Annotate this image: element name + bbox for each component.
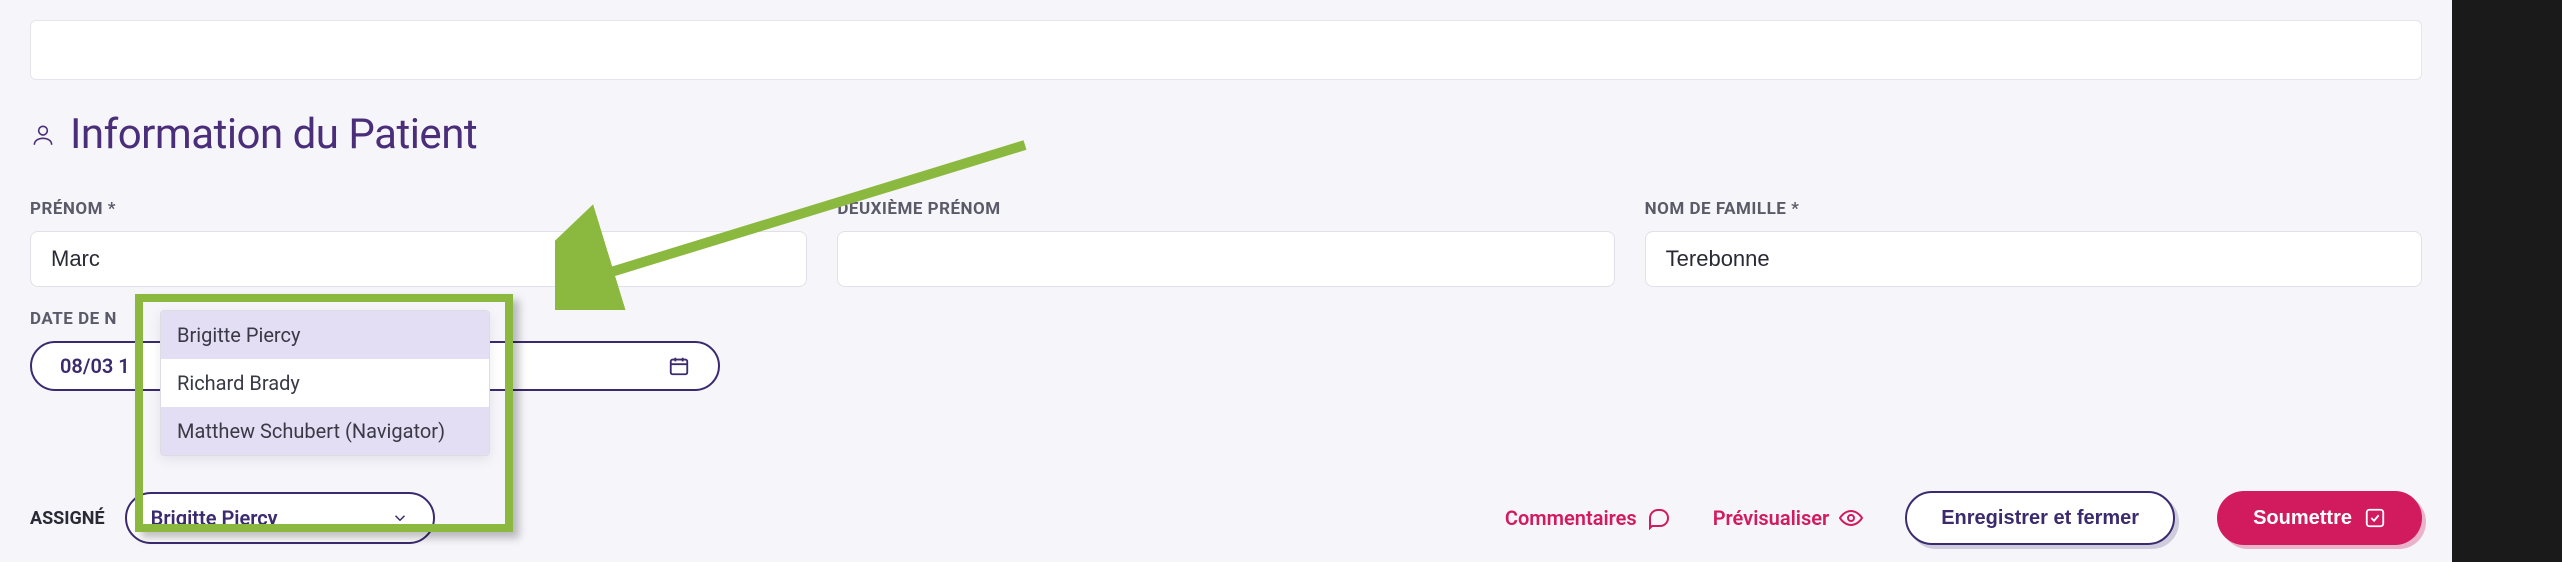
deuxieme-prenom-field-group: DEUXIÈME PRÉNOM	[837, 199, 1614, 287]
submit-check-icon	[2364, 507, 2386, 529]
chevron-down-icon	[391, 509, 409, 527]
soumettre-label: Soumettre	[2253, 507, 2352, 530]
assignee-dropdown-popup: Brigitte Piercy Richard Brady Matthew Sc…	[160, 310, 490, 456]
commentaires-label: Commentaires	[1505, 506, 1637, 530]
prenom-label: PRÉNOM *	[30, 199, 807, 219]
deuxieme-prenom-label: DEUXIÈME PRÉNOM	[837, 199, 1614, 219]
comment-icon	[1647, 506, 1671, 530]
dropdown-option[interactable]: Brigitte Piercy	[161, 311, 489, 359]
assignee-select[interactable]: Brigitte Piercy	[125, 492, 435, 544]
section-header: Information du Patient	[30, 110, 2422, 159]
nom-famille-input[interactable]	[1645, 231, 2422, 287]
prenom-input[interactable]	[30, 231, 807, 287]
section-title: Information du Patient	[70, 110, 477, 159]
assignee-selected-value: Brigitte Piercy	[151, 506, 278, 530]
assigne-label: ASSIGNÉ	[30, 508, 105, 529]
dropdown-option[interactable]: Richard Brady	[161, 359, 489, 407]
soumettre-button[interactable]: Soumettre	[2217, 491, 2422, 545]
calendar-icon	[668, 355, 690, 377]
bottom-actions: Commentaires Prévisualiser Enregistrer e…	[1505, 491, 2422, 545]
dropdown-option[interactable]: Matthew Schubert (Navigator)	[161, 407, 489, 455]
deuxieme-prenom-input[interactable]	[837, 231, 1614, 287]
commentaires-link[interactable]: Commentaires	[1505, 506, 1671, 530]
date-value: 08/03 1	[60, 354, 130, 378]
name-fields-row: PRÉNOM * DEUXIÈME PRÉNOM NOM DE FAMILLE …	[30, 199, 2422, 287]
person-icon	[30, 122, 56, 148]
nom-famille-label: NOM DE FAMILLE *	[1645, 199, 2422, 219]
previsualiser-link[interactable]: Prévisualiser	[1713, 506, 1864, 530]
previous-section-card	[30, 20, 2422, 80]
previsualiser-label: Prévisualiser	[1713, 506, 1830, 530]
content-area: Information du Patient PRÉNOM * DEUXIÈME…	[0, 0, 2452, 562]
nom-famille-field-group: NOM DE FAMILLE *	[1645, 199, 2422, 287]
prenom-field-group: PRÉNOM *	[30, 199, 807, 287]
eye-icon	[1839, 506, 1863, 530]
right-dark-panel	[2452, 0, 2562, 562]
bottom-action-bar: ASSIGNÉ Brigitte Piercy Commentaires Pré…	[30, 486, 2422, 550]
enregistrer-fermer-button[interactable]: Enregistrer et fermer	[1905, 491, 2175, 545]
